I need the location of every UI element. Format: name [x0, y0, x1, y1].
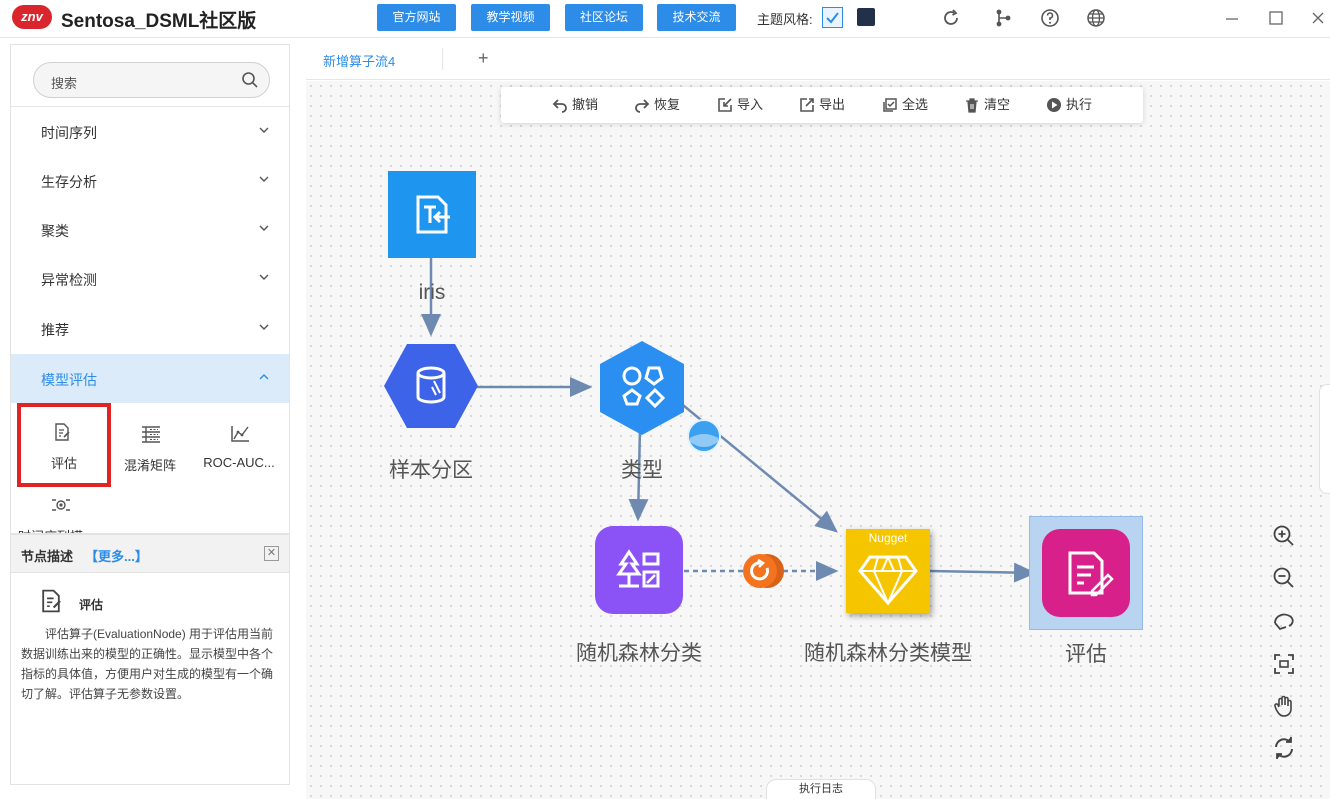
minimize-icon[interactable]: [1221, 7, 1243, 29]
timeseries-model-icon: [52, 499, 70, 511]
tool-roc-auc[interactable]: ROC-AUC...: [194, 407, 284, 482]
globe-icon[interactable]: [1085, 7, 1107, 29]
category-clustering[interactable]: 聚类: [11, 205, 289, 254]
chevron-down-icon: [259, 176, 269, 182]
theme-dark-swatch[interactable]: [857, 8, 875, 26]
edge-nugget-eval: [929, 562, 1037, 583]
right-panel-handle[interactable]: [1319, 384, 1330, 494]
tool-timeseries-model[interactable]: 时间序列模: [14, 481, 104, 533]
category-label: 异常检测: [41, 272, 97, 288]
node-rf-model-nugget[interactable]: Nugget: [846, 529, 930, 613]
theme-light-checkbox[interactable]: [822, 7, 843, 28]
app-title: Sentosa_DSML社区版: [61, 11, 257, 32]
chevron-down-icon: [259, 274, 269, 280]
confusion-matrix-icon: [142, 426, 160, 443]
node-label-rf: 随机森林分类: [576, 642, 702, 665]
fit-screen-icon[interactable]: [1272, 652, 1296, 676]
official-site-button[interactable]: 官方网站: [377, 4, 456, 31]
tab-flow-4[interactable]: 新增算子流4: [323, 51, 395, 70]
evaluate-icon: [42, 589, 61, 613]
category-anomaly-detection[interactable]: 异常检测: [11, 254, 289, 303]
tool-label: ROC-AUC...: [203, 455, 275, 470]
pan-hand-icon[interactable]: [1272, 694, 1296, 718]
node-label-nugget: 随机森林分类模型: [804, 642, 972, 665]
chevron-down-icon: [259, 127, 269, 133]
app-logo: znv: [12, 5, 52, 29]
category-label: 时间序列: [41, 125, 97, 141]
more-link[interactable]: 【更多...】: [85, 546, 148, 565]
flow-tab-bar: 新增算子流4 +: [306, 38, 1330, 80]
node-evaluate-tile: [1042, 529, 1130, 617]
node-evaluate[interactable]: [1029, 516, 1143, 630]
category-label: 聚类: [41, 223, 69, 239]
description-text: 评估算子(EvaluationNode) 用于评估用当前数据训练出来的模型的正确…: [21, 627, 274, 701]
node-label-eval: 评估: [1065, 643, 1107, 666]
category-time-series[interactable]: 时间序列: [11, 107, 289, 156]
check-icon: [826, 12, 839, 24]
close-description-button[interactable]: ✕: [264, 546, 279, 561]
search-placeholder: 搜索: [51, 76, 78, 91]
description-title: 节点描述: [21, 549, 74, 564]
category-label: 模型评估: [41, 372, 97, 388]
zoom-out-icon[interactable]: [1272, 566, 1296, 590]
data-source-icon: [416, 195, 450, 234]
roc-curve-icon: [231, 426, 249, 442]
search-icon[interactable]: [241, 71, 259, 89]
node-type[interactable]: [599, 340, 685, 436]
tool-label: 时间序列模: [18, 526, 108, 533]
top-bar: znv Sentosa_DSML社区版 官方网站 教学视频 社区论坛 技术交流 …: [0, 0, 1330, 38]
add-tab-button[interactable]: +: [478, 48, 489, 69]
help-icon[interactable]: [1039, 7, 1061, 29]
tutorial-video-button[interactable]: 教学视频: [471, 4, 550, 31]
tool-confusion-matrix[interactable]: 混淆矩阵: [105, 407, 195, 482]
category-survival-analysis[interactable]: 生存分析: [11, 156, 289, 205]
evaluate-icon: [1068, 551, 1114, 597]
tab-divider: [442, 48, 443, 70]
operator-sidebar: 搜索 时间序列 生存分析 聚类 异常检测 推荐 模型评估 评估 混淆矩阵 ROC…: [10, 44, 290, 534]
edge-status-bubble[interactable]: [686, 418, 722, 454]
tech-exchange-button[interactable]: 技术交流: [657, 4, 736, 31]
tree-icon: [616, 549, 660, 588]
node-label-split: 样本分区: [389, 459, 473, 482]
refresh-icon[interactable]: [940, 7, 962, 29]
build-model-badge[interactable]: [738, 552, 788, 590]
chevron-up-icon: [259, 374, 269, 380]
description-header: 节点描述 【更多...】 ✕: [11, 535, 289, 573]
node-label-iris: iris: [418, 281, 446, 304]
evaluate-icon: [55, 423, 70, 441]
diamond-icon: Nugget: [858, 531, 918, 606]
svg-text:Nugget: Nugget: [869, 531, 908, 545]
node-iris[interactable]: [388, 171, 476, 258]
category-label: 推荐: [41, 322, 69, 338]
category-label: 生存分析: [41, 174, 97, 190]
search-input[interactable]: 搜索: [33, 62, 270, 98]
chevron-down-icon: [259, 324, 269, 330]
node-label-type: 类型: [621, 459, 663, 482]
chevron-down-icon: [259, 225, 269, 231]
share-icon[interactable]: [992, 7, 1014, 29]
category-model-evaluation[interactable]: 模型评估: [11, 354, 289, 403]
reset-view-icon[interactable]: [1272, 609, 1296, 633]
zoom-in-icon[interactable]: [1272, 524, 1296, 548]
tool-label: 混淆矩阵: [123, 458, 176, 473]
close-icon[interactable]: [1307, 7, 1329, 29]
node-description-panel: 节点描述 【更多...】 ✕ 评估 评估算子(EvaluationNode) 用…: [10, 534, 290, 785]
execution-log-tab[interactable]: 执行日志: [766, 779, 876, 799]
flow-canvas[interactable]: 撤销 恢复 导入 导出 全选 清空 执行 iris 样本分区 类型 随机森林分类…: [306, 81, 1330, 799]
theme-label: 主题风格:: [757, 12, 813, 27]
maximize-icon[interactable]: [1265, 7, 1287, 29]
refresh-layout-icon[interactable]: [1272, 736, 1296, 760]
tool-label: 评估: [50, 456, 77, 471]
community-forum-button[interactable]: 社区论坛: [565, 4, 643, 31]
description-node-name: 评估: [79, 598, 104, 612]
node-random-forest[interactable]: [595, 526, 683, 614]
tool-evaluate[interactable]: 评估: [17, 403, 111, 487]
node-sample-partition[interactable]: [383, 343, 479, 429]
category-recommendation[interactable]: 推荐: [11, 304, 289, 353]
